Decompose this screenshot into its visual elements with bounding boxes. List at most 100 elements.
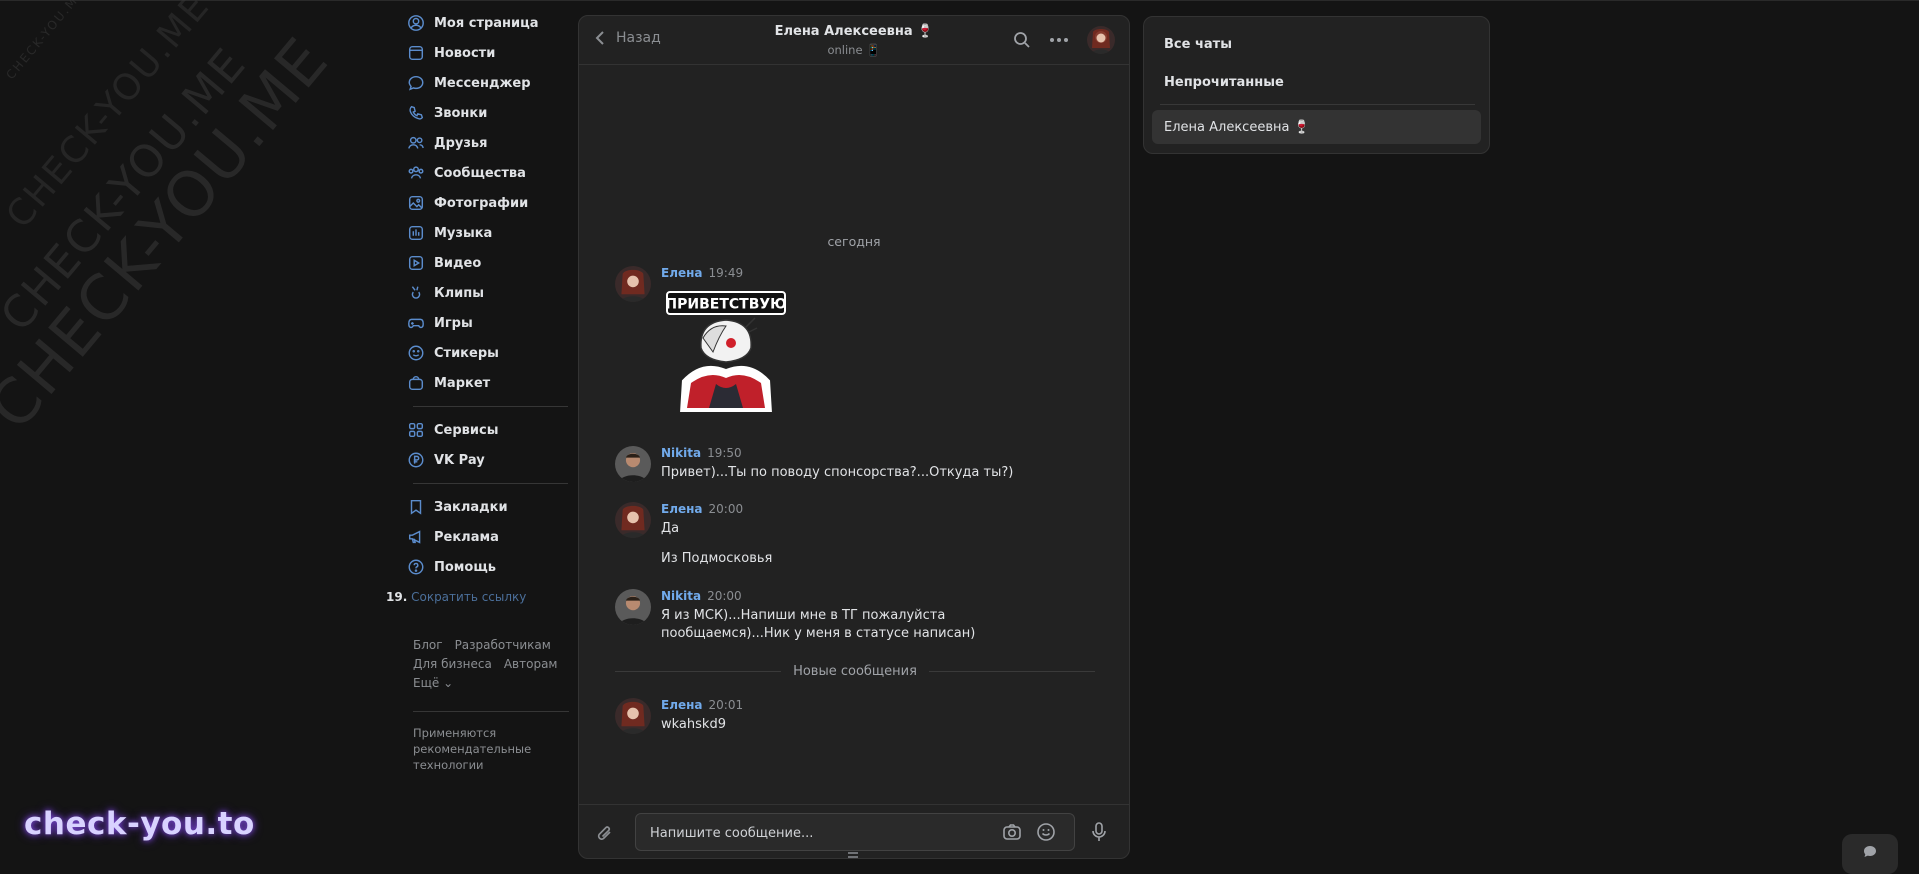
nav-bookmarks[interactable]: Закладки xyxy=(405,492,565,522)
shorten-link[interactable]: Сократить ссылку xyxy=(411,590,526,604)
avatar-nikita[interactable] xyxy=(615,589,651,625)
peer-avatar[interactable] xyxy=(1087,26,1115,54)
message-body: Nikita 19:50 Привет)...Ты по поводу спонс… xyxy=(661,446,1101,482)
message-input[interactable] xyxy=(648,814,982,852)
sticker-text: ПРИВЕТСТВУЮ xyxy=(665,297,786,313)
smile-icon xyxy=(405,342,427,364)
folder-unread[interactable]: Непрочитанные xyxy=(1164,75,1284,90)
separator-line xyxy=(615,671,782,672)
news-icon xyxy=(405,42,427,64)
nav-games[interactable]: Игры xyxy=(405,308,565,338)
chats-filter-panel: Все чаты Непрочитанные Елена Алексеевна … xyxy=(1143,16,1490,154)
separator-line xyxy=(928,671,1095,672)
message-author[interactable]: Nikita xyxy=(661,446,701,460)
message-meta: Елена 20:00 xyxy=(661,502,1101,516)
nav-photos[interactable]: Фотографии xyxy=(405,188,565,218)
chat-header: Назад Елена Алексеевна 🍷 online 📱 xyxy=(579,16,1129,65)
nav-services[interactable]: Сервисы xyxy=(405,415,565,445)
nav-label: Реклама xyxy=(434,529,499,545)
paperclip-icon[interactable] xyxy=(595,823,615,848)
nav-label: Сообщества xyxy=(434,165,526,181)
nav-label: Друзья xyxy=(434,135,488,151)
camera-icon[interactable] xyxy=(1002,822,1022,845)
message-author[interactable]: Елена xyxy=(661,502,703,516)
footer-business[interactable]: Для бизнеса xyxy=(413,657,492,671)
message-time[interactable]: 19:49 xyxy=(709,266,744,280)
nav-video[interactable]: Видео xyxy=(405,248,565,278)
left-nav: Моя страница Новости Мессенджер Звонки Д… xyxy=(405,8,568,582)
chat-list-item-active[interactable]: Елена Алексеевна 🍷 xyxy=(1152,110,1481,144)
nav-label: Мессенджер xyxy=(434,75,531,91)
nav-communities[interactable]: Сообщества xyxy=(405,158,565,188)
nav-stickers[interactable]: Стикеры xyxy=(405,338,565,368)
message-text: пообщаемся)...Ник у меня в статусе напис… xyxy=(661,626,976,641)
chat-panel: Назад Елена Алексеевна 🍷 online 📱 сегодн… xyxy=(578,15,1130,859)
message-time[interactable]: 20:00 xyxy=(709,502,744,516)
shorten-number: 19. xyxy=(386,590,408,604)
nav-messenger[interactable]: Мессенджер xyxy=(405,68,565,98)
gamepad-icon xyxy=(405,312,427,334)
nav-label: Сервисы xyxy=(434,422,499,438)
nav-label: Игры xyxy=(434,315,473,331)
nav-label: Видео xyxy=(434,255,482,271)
user-circle-icon xyxy=(405,12,427,34)
footer-more[interactable]: Ещё ⌄ xyxy=(413,676,453,690)
nav-help[interactable]: Помощь xyxy=(405,552,565,582)
watermark-medium: CHECK-YOU.ME xyxy=(0,38,257,341)
resize-handle[interactable] xyxy=(848,845,858,861)
nav-friends[interactable]: Друзья xyxy=(405,128,565,158)
emoji-icon[interactable] xyxy=(1036,822,1056,845)
message-author[interactable]: Елена xyxy=(661,698,703,712)
footer-blog[interactable]: Блог xyxy=(413,638,443,652)
message-meta: Елена 20:01 xyxy=(661,698,1101,712)
footer-authors[interactable]: Авторам xyxy=(504,657,558,671)
nav-clips[interactable]: Клипы xyxy=(405,278,565,308)
search-icon[interactable] xyxy=(1013,31,1031,49)
microphone-icon[interactable] xyxy=(1091,821,1107,846)
footer-devs[interactable]: Разработчикам xyxy=(455,638,551,652)
sticker-image[interactable]: ПРИВЕТСТВУЮ xyxy=(661,288,791,418)
avatar-elena[interactable] xyxy=(615,502,651,538)
nav-market[interactable]: Маркет xyxy=(405,368,565,398)
nav-label: Звонки xyxy=(434,105,488,121)
nav-music[interactable]: Музыка xyxy=(405,218,565,248)
communities-icon xyxy=(405,162,427,184)
message-meta: Nikita 20:00 xyxy=(661,589,1101,603)
message-text: Да xyxy=(661,521,680,536)
more-icon[interactable] xyxy=(1049,37,1069,43)
message-time[interactable]: 19:50 xyxy=(707,446,742,460)
message-author[interactable]: Елена xyxy=(661,266,703,280)
recommendations-note[interactable]: Применяются рекомендательные технологии xyxy=(413,725,553,773)
chat-list-item-name: Елена Алексеевна 🍷 xyxy=(1164,120,1310,135)
nav-label: Помощь xyxy=(434,559,496,575)
avatar-nikita[interactable] xyxy=(615,446,651,482)
message-meta: Елена 19:49 xyxy=(661,266,1101,280)
message-time[interactable]: 20:00 xyxy=(707,589,742,603)
message-body: Nikita 20:00 Я из МСК)...Напиши мне в ТГ … xyxy=(661,589,1101,643)
nav-my-page[interactable]: Моя страница xyxy=(405,8,565,38)
music-icon xyxy=(405,222,427,244)
folder-all-chats[interactable]: Все чаты xyxy=(1164,37,1232,52)
message-body: Елена 20:00 Да Из Подмосковья xyxy=(661,502,1101,568)
new-messages-separator: Новые сообщения xyxy=(615,664,1095,679)
nav-label: VK Pay xyxy=(434,452,485,468)
nav-ads[interactable]: Реклама xyxy=(405,522,565,552)
grid-icon xyxy=(405,419,427,441)
message-time[interactable]: 20:01 xyxy=(709,698,744,712)
nav-label: Музыка xyxy=(434,225,493,241)
nav-vkpay[interactable]: VK Pay xyxy=(405,445,565,475)
chat-float-button[interactable] xyxy=(1842,834,1898,874)
clips-icon xyxy=(405,282,427,304)
help-icon xyxy=(405,556,427,578)
avatar-elena[interactable] xyxy=(615,266,651,302)
nav-label: Закладки xyxy=(434,499,508,515)
message-text: wkahskd9 xyxy=(661,717,726,732)
message-text: Из Подмосковья xyxy=(661,551,773,566)
nav-label: Новости xyxy=(434,45,496,61)
message-author[interactable]: Nikita xyxy=(661,589,701,603)
nav-news[interactable]: Новости xyxy=(405,38,565,68)
nav-calls[interactable]: Звонки xyxy=(405,98,565,128)
avatar-elena[interactable] xyxy=(615,698,651,734)
megaphone-icon xyxy=(405,526,427,548)
phone-icon xyxy=(405,102,427,124)
